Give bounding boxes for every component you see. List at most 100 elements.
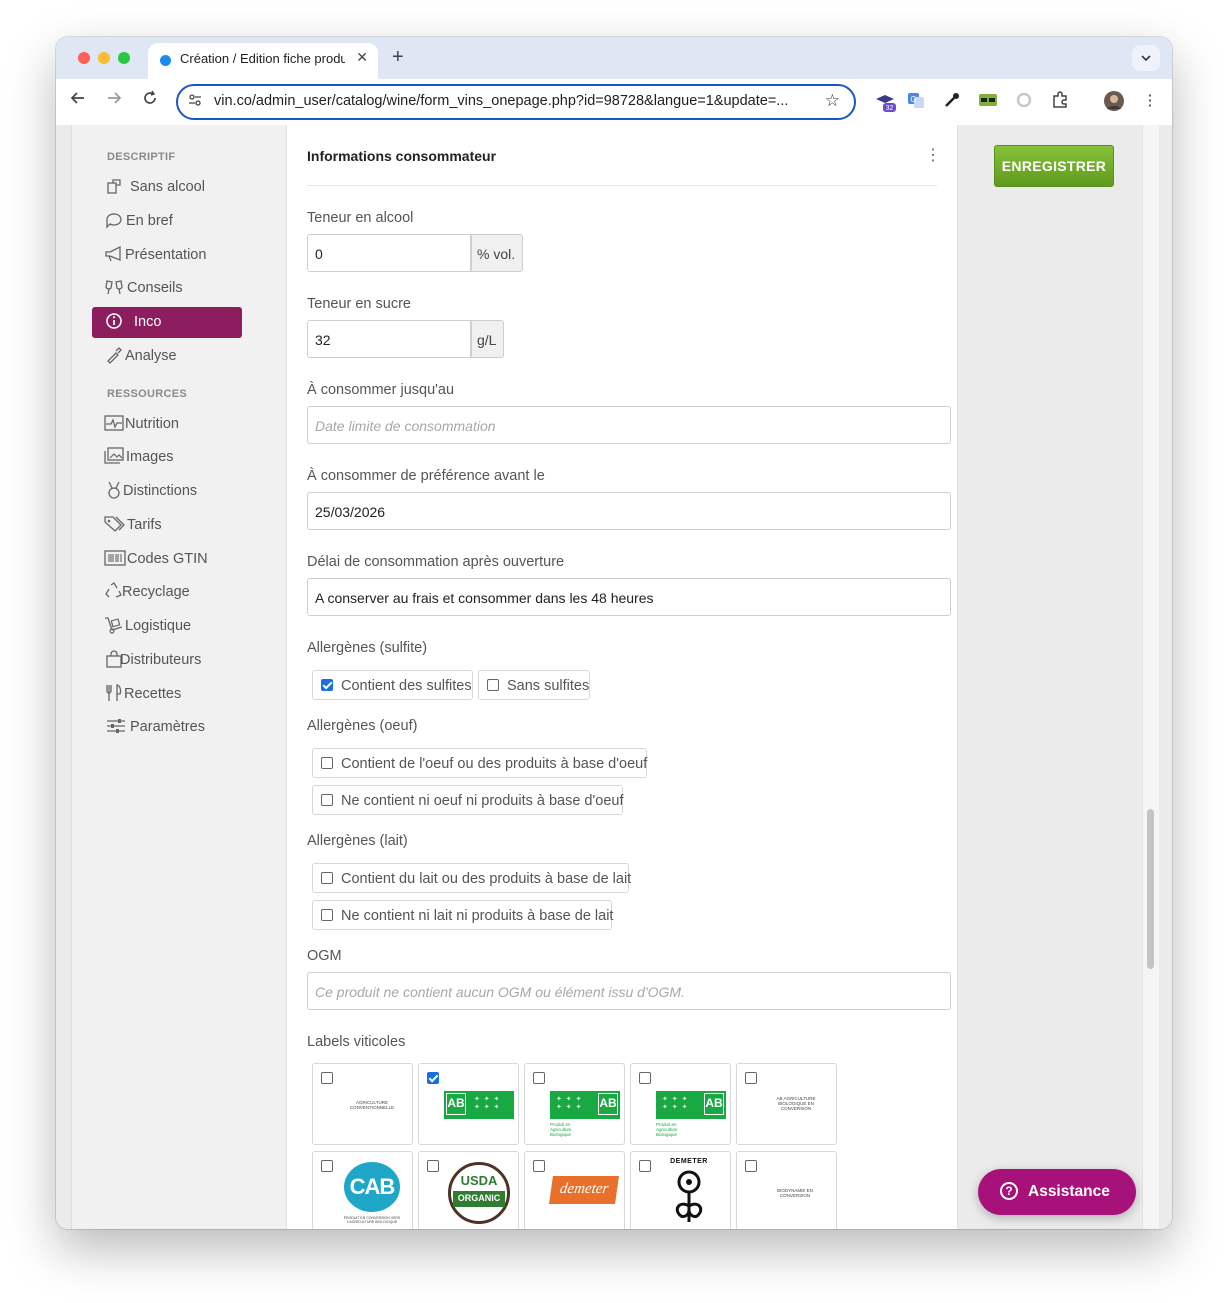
address-bar[interactable]: vin.co/admin_user/catalog/wine/form_vins… (176, 84, 856, 120)
reload-button[interactable] (142, 90, 158, 111)
ddm-input[interactable]: 25/03/2026 (307, 492, 951, 530)
sucre-input[interactable]: 32 g/L (307, 320, 504, 358)
checkbox[interactable] (321, 757, 333, 769)
sidebar-item-sans-alcool[interactable]: Sans alcool (92, 172, 242, 203)
label-demeter-card[interactable]: demeter (524, 1151, 625, 1229)
sidebar-item-nutrition[interactable]: Nutrition (92, 409, 242, 440)
checkbox[interactable] (487, 679, 499, 691)
profile-avatar[interactable] (1104, 91, 1124, 111)
site-info-icon[interactable] (188, 93, 202, 110)
page-scrollbar[interactable] (1142, 125, 1159, 1229)
sidebar-item-tarifs[interactable]: Tarifs (92, 510, 242, 541)
back-button[interactable] (70, 90, 86, 111)
sidebar-item-presentation[interactable]: Présentation (92, 240, 242, 271)
label-ab-card-3[interactable]: ✦ ✦ ✦ ✦ ✦ ✦ AB Produit en Agriculture Bio… (630, 1063, 731, 1145)
alcool-input[interactable]: 0 % vol. (307, 234, 523, 272)
sidebar-item-logistique[interactable]: Logistique (92, 611, 242, 642)
label-cab-card[interactable]: CAB PRODUIT EN CONVERSION VERS L'AGRICUL… (312, 1151, 413, 1229)
sucre-label: Teneur en sucre (307, 296, 411, 312)
new-tab-button[interactable]: + (392, 46, 404, 69)
checkbox[interactable] (321, 1160, 333, 1172)
tab-title: Création / Edition fiche produit (180, 51, 345, 66)
extensions-puzzle-icon[interactable] (1050, 91, 1070, 111)
close-window-button[interactable] (78, 52, 90, 64)
sans-oeuf-checkbox[interactable]: Ne contient ni oeuf ni produits à base d… (312, 785, 624, 815)
glasses-extension-icon[interactable] (978, 91, 998, 111)
ogm-input[interactable]: Ce produit ne contient aucun OGM ou élém… (307, 972, 951, 1010)
card-menu-icon[interactable]: ⋮ (925, 145, 941, 165)
sidebar-item-distributeurs[interactable]: Distributeurs (92, 645, 242, 676)
alcool-value: 0 (315, 246, 323, 262)
checkbox-label: Ne contient ni lait ni produits à base d… (341, 908, 614, 924)
label-ab-card-1[interactable]: AB ✦ ✦ ✦ ✦ ✦ ✦ (418, 1063, 519, 1145)
sidebar-item-parametres[interactable]: Paramètres (92, 712, 242, 743)
translate-extension-icon[interactable]: G (906, 91, 926, 111)
checkbox-checked[interactable] (321, 679, 333, 691)
sidebar-item-label: Recettes (124, 686, 182, 702)
scrollbar-thumb[interactable] (1147, 809, 1154, 969)
sucre-value: 32 (315, 332, 331, 348)
sans-lait-checkbox[interactable]: Ne contient ni lait ni produits à base d… (312, 900, 614, 930)
ab-caption-text: Produit en Agriculture Biologique (550, 1122, 572, 1137)
checkbox[interactable] (639, 1160, 651, 1172)
checkbox[interactable] (427, 1160, 439, 1172)
contient-lait-checkbox[interactable]: Contient du lait ou des produits à base … (312, 863, 631, 893)
checkbox[interactable] (321, 872, 333, 884)
checkbox[interactable] (321, 794, 333, 806)
sidebar-item-conseils[interactable]: Conseils (92, 273, 242, 304)
dlc-input[interactable]: Date limite de consommation (307, 406, 951, 444)
bookmark-star-icon[interactable]: ☆ (825, 91, 840, 111)
label-conventionnelle-card[interactable]: AGRICULTURE CONVENTIONNELLE (312, 1063, 413, 1145)
url-text[interactable]: vin.co/admin_user/catalog/wine/form_vins… (214, 93, 814, 109)
info-icon (104, 312, 124, 332)
ogm-label: OGM (307, 948, 342, 964)
color-picker-extension-icon[interactable] (942, 91, 962, 111)
save-button[interactable]: ENREGISTRER (994, 145, 1114, 187)
browser-menu-icon[interactable]: ⋮ (1140, 91, 1160, 111)
sidebar-item-inco[interactable]: Inco (92, 307, 242, 338)
label-biodynamie-card[interactable]: BIODYNAMIE EN CONVERSION (736, 1151, 837, 1229)
label-ab-conversion-card[interactable]: AB AGRICULTURE BIOLOGIQUE EN CONVERSION (736, 1063, 837, 1145)
assistance-label: Assistance (1028, 1183, 1110, 1200)
ddm-label: À consommer de préférence avant le (307, 468, 545, 484)
sidebar-item-label: Distributeurs (120, 652, 202, 668)
checkbox[interactable] (745, 1072, 757, 1084)
sidebar-item-distinctions[interactable]: Distinctions (92, 476, 242, 507)
checkbox[interactable] (321, 1072, 333, 1084)
sidebar-item-codes-gtin[interactable]: Codes GTIN (92, 544, 242, 575)
checkbox[interactable] (745, 1160, 757, 1172)
checkbox[interactable] (533, 1072, 545, 1084)
chat-icon (104, 211, 124, 231)
sidebar-item-recettes[interactable]: Recettes (92, 679, 242, 710)
sans-sulfites-checkbox[interactable]: Sans sulfites (478, 670, 590, 700)
extension-graduation-icon[interactable]: 32 (874, 91, 896, 112)
divider (307, 185, 937, 186)
sidebar-item-images[interactable]: Images (92, 442, 242, 473)
sidebar-item-label: Inco (134, 314, 162, 330)
label-conventionnelle-text: AGRICULTURE CONVENTIONNELLE (349, 1100, 395, 1110)
label-demeter-round-card[interactable]: DEMETER (630, 1151, 731, 1229)
sidebar-item-en-bref[interactable]: En bref (92, 206, 242, 237)
sidebar-item-analyse[interactable]: Analyse (92, 341, 242, 372)
checkbox[interactable] (639, 1072, 651, 1084)
contient-oeuf-checkbox[interactable]: Contient de l'oeuf ou des produits à bas… (312, 748, 647, 778)
minimize-window-button[interactable] (98, 52, 110, 64)
tab-search-button[interactable] (1132, 45, 1160, 71)
assistance-button[interactable]: ? Assistance (978, 1169, 1136, 1215)
sidebar-item-label: Distinctions (123, 483, 198, 499)
actions-column: ENREGISTRER (958, 125, 1138, 1229)
dlc-placeholder: Date limite de consommation (315, 418, 496, 434)
checkbox-checked[interactable] (427, 1072, 439, 1084)
forward-button[interactable] (106, 90, 122, 111)
label-ab-card-2[interactable]: ✦ ✦ ✦ ✦ ✦ ✦ AB Produit en Agriculture Bio… (524, 1063, 625, 1145)
checkbox[interactable] (533, 1160, 545, 1172)
checkbox[interactable] (321, 909, 333, 921)
sidebar-item-recyclage[interactable]: Recyclage (92, 577, 242, 608)
sync-extension-icon[interactable] (1014, 91, 1034, 111)
maximize-window-button[interactable] (118, 52, 130, 64)
contient-sulfites-checkbox[interactable]: Contient des sulfites (312, 670, 473, 700)
tab-close-icon[interactable]: ✕ (356, 49, 368, 66)
label-usda-card[interactable]: USDA ORGANIC (418, 1151, 519, 1229)
delai-input[interactable]: A conserver au frais et consommer dans l… (307, 578, 951, 616)
browser-tab[interactable]: Création / Edition fiche produit ✕ (148, 43, 378, 79)
